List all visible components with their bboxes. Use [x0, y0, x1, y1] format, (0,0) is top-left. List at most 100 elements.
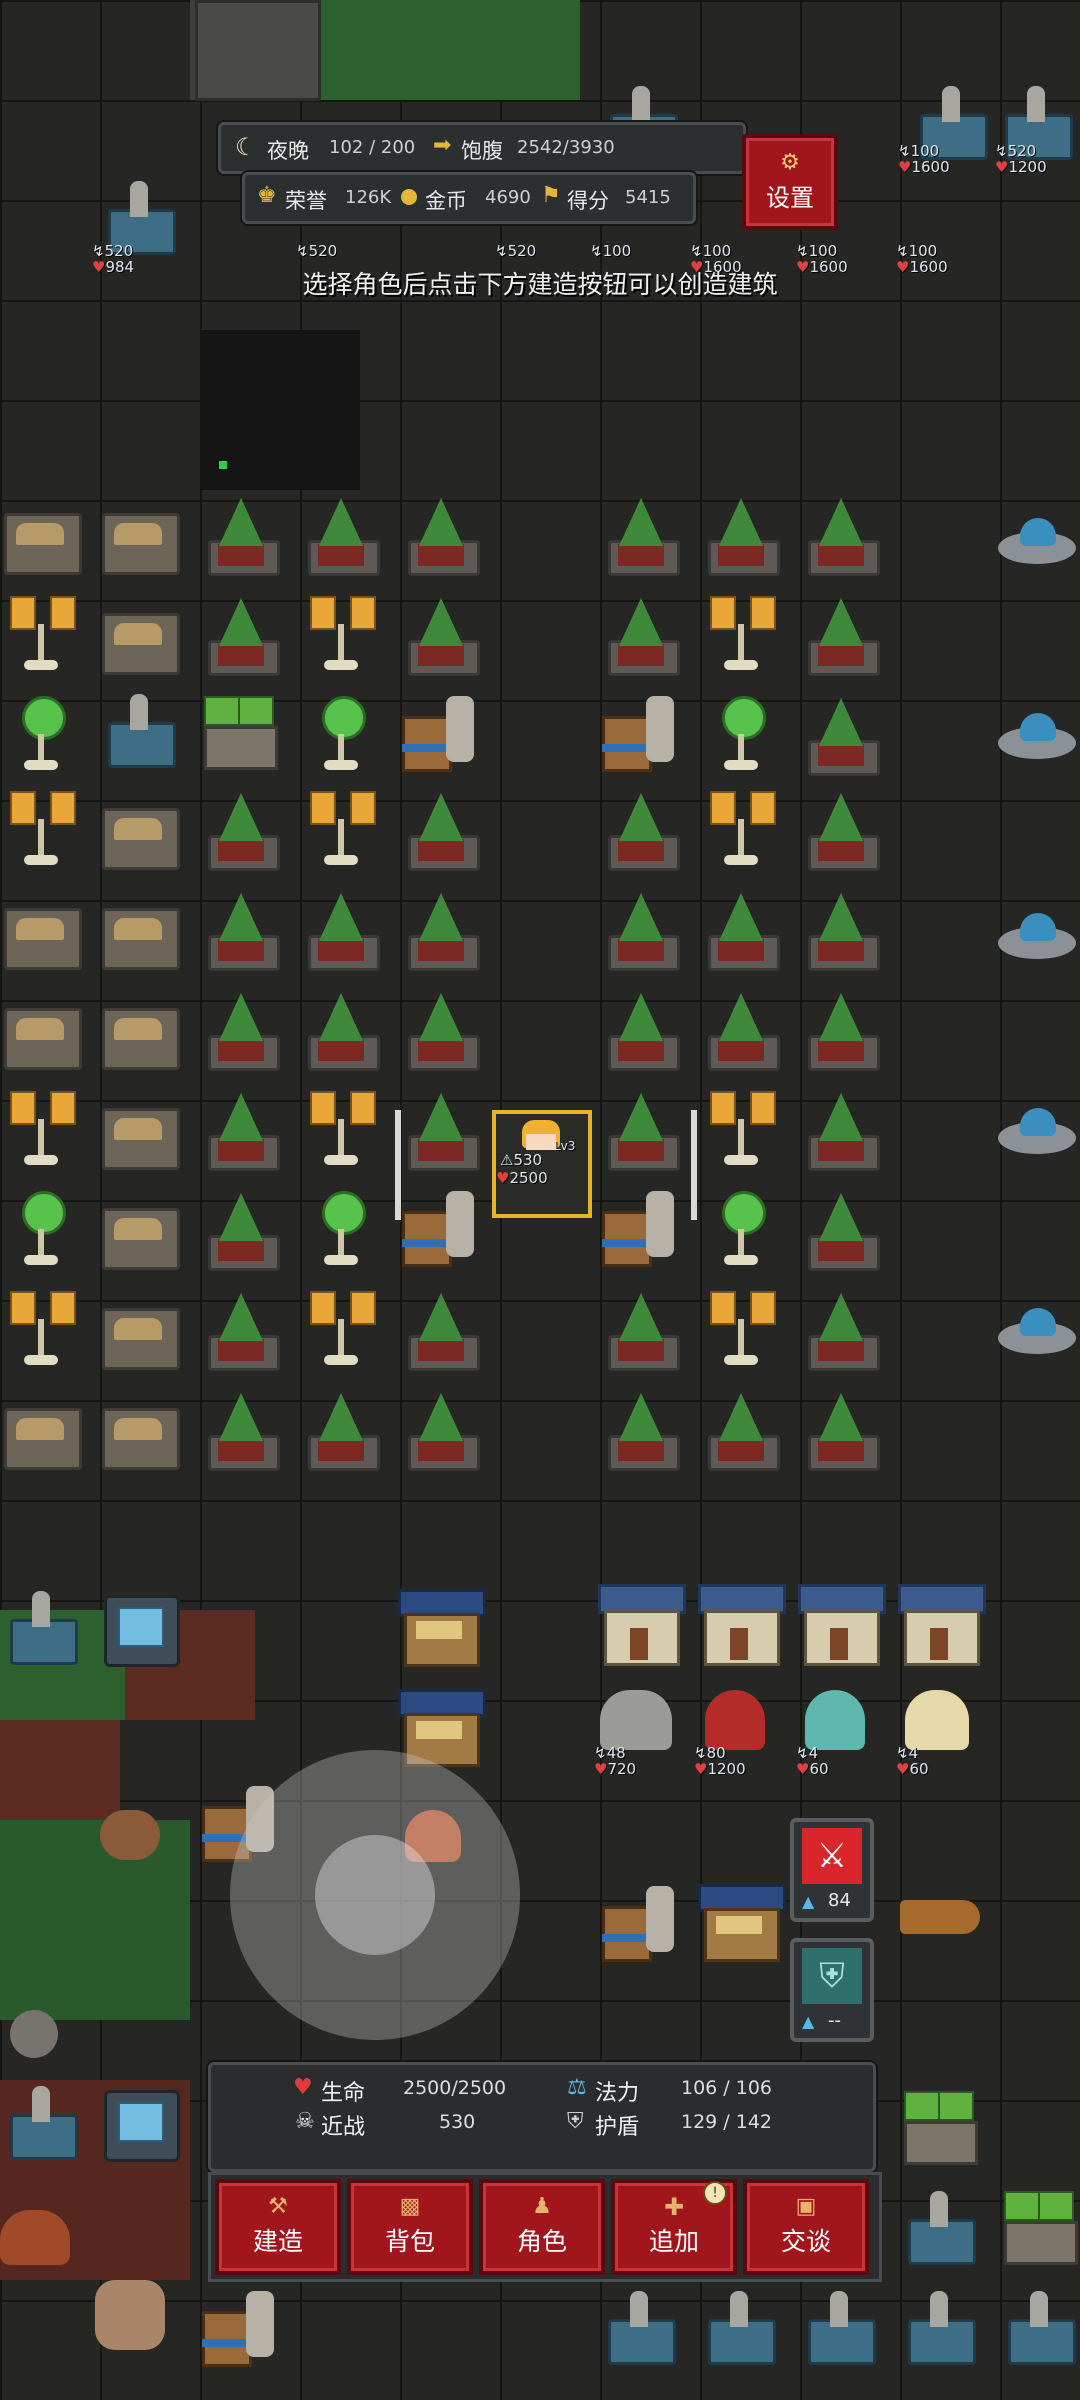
lamp-post[interactable]: [300, 1085, 382, 1171]
tree-planter[interactable]: [800, 490, 882, 576]
turret[interactable]: [598, 2285, 680, 2371]
turret[interactable]: [0, 1585, 82, 1671]
character-button[interactable]: ♟ 角色: [479, 2179, 605, 2275]
hay-crate[interactable]: [0, 1390, 82, 1476]
turret[interactable]: [698, 2285, 780, 2371]
build-button[interactable]: ⚒ 建造: [215, 2179, 341, 2275]
virtual-joystick[interactable]: [230, 1750, 520, 2040]
tree-planter[interactable]: [300, 985, 382, 1071]
tree-planter[interactable]: [300, 1385, 382, 1471]
fountain[interactable]: [998, 1290, 1080, 1376]
tree-planter[interactable]: [600, 785, 682, 871]
fountain[interactable]: [998, 1090, 1080, 1176]
unit-red-hood[interactable]: [705, 1690, 765, 1750]
hay-crate[interactable]: [0, 495, 82, 581]
tree-planter[interactable]: [800, 690, 882, 776]
fountain[interactable]: [998, 500, 1080, 586]
game-map[interactable]: ⚠530 Lv3 ♥2500 ↯520 ♥984 ↯520 ↯520 ↯100 …: [0, 0, 1080, 2400]
storage-chest[interactable]: [598, 1880, 680, 1966]
tree-planter[interactable]: [300, 490, 382, 576]
tree-planter[interactable]: [400, 590, 482, 676]
lamp-post[interactable]: [0, 1285, 82, 1371]
hay-crate[interactable]: [98, 1290, 180, 1376]
crop-farm[interactable]: [198, 690, 280, 776]
green-lamp[interactable]: [700, 1185, 782, 1271]
green-lamp[interactable]: [700, 690, 782, 776]
tree-planter[interactable]: [600, 1385, 682, 1471]
tree-planter[interactable]: [300, 885, 382, 971]
tree-planter[interactable]: [200, 1085, 282, 1171]
unit-angel[interactable]: [905, 1690, 969, 1750]
hay-crate[interactable]: [98, 1190, 180, 1276]
add-button[interactable]: ✚ 追加 !: [611, 2179, 737, 2275]
tree-planter[interactable]: [200, 1385, 282, 1471]
tree-planter[interactable]: [200, 590, 282, 676]
tree-planter[interactable]: [400, 985, 482, 1071]
tree-planter[interactable]: [800, 1185, 882, 1271]
turret[interactable]: [898, 2285, 980, 2371]
turret[interactable]: [98, 688, 180, 774]
tree-planter[interactable]: [800, 785, 882, 871]
lamp-post[interactable]: [300, 1285, 382, 1371]
vending-machine[interactable]: [98, 1585, 180, 1671]
tree-planter[interactable]: [400, 785, 482, 871]
lamp-post[interactable]: [300, 590, 382, 676]
lamp-post[interactable]: [300, 785, 382, 871]
fountain[interactable]: [998, 895, 1080, 981]
tree-planter[interactable]: [800, 1385, 882, 1471]
house[interactable]: [898, 1580, 986, 1666]
lamp-post[interactable]: [700, 1085, 782, 1171]
creature[interactable]: [0, 2210, 70, 2265]
creature[interactable]: [10, 2010, 58, 2058]
hay-crate[interactable]: [98, 990, 180, 1076]
tree-planter[interactable]: [400, 490, 482, 576]
hay-crate[interactable]: [0, 990, 82, 1076]
tree-planter[interactable]: [700, 985, 782, 1071]
tree-planter[interactable]: [800, 985, 882, 1071]
green-lamp[interactable]: [0, 1185, 82, 1271]
vending-machine[interactable]: [98, 2080, 180, 2166]
turret[interactable]: [998, 2285, 1080, 2371]
creature[interactable]: [95, 2280, 165, 2350]
tree-planter[interactable]: [800, 1285, 882, 1371]
tree-planter[interactable]: [200, 885, 282, 971]
tree-planter[interactable]: [800, 1085, 882, 1171]
fountain[interactable]: [998, 695, 1080, 781]
talk-button[interactable]: ▣ 交谈: [743, 2179, 869, 2275]
tree-planter[interactable]: [600, 985, 682, 1071]
lamp-post[interactable]: [700, 1285, 782, 1371]
lamp-post[interactable]: [700, 785, 782, 871]
tree-planter[interactable]: [700, 490, 782, 576]
market-stall[interactable]: [398, 1585, 486, 1671]
tree-planter[interactable]: [600, 590, 682, 676]
tree-planter[interactable]: [200, 1285, 282, 1371]
house[interactable]: [798, 1580, 886, 1666]
tree-planter[interactable]: [800, 885, 882, 971]
tree-planter[interactable]: [400, 885, 482, 971]
turret[interactable]: [0, 2080, 82, 2166]
hay-crate[interactable]: [98, 890, 180, 976]
house[interactable]: [598, 1580, 686, 1666]
turret[interactable]: [798, 2285, 880, 2371]
unit-teal-hair[interactable]: [805, 1690, 865, 1750]
hay-crate[interactable]: [98, 495, 180, 581]
crop-farm[interactable]: [898, 2085, 980, 2171]
hay-crate[interactable]: [98, 790, 180, 876]
unit-knight[interactable]: [600, 1690, 672, 1750]
tree-planter[interactable]: [200, 985, 282, 1071]
green-lamp[interactable]: [300, 1185, 382, 1271]
tree-planter[interactable]: [400, 1285, 482, 1371]
lamp-post[interactable]: [0, 1085, 82, 1171]
tree-planter[interactable]: [600, 1285, 682, 1371]
tree-planter[interactable]: [200, 490, 282, 576]
green-lamp[interactable]: [300, 690, 382, 776]
tree-planter[interactable]: [200, 1185, 282, 1271]
skill-shield-button[interactable]: ⛨ ▲ --: [790, 1938, 874, 2042]
creature[interactable]: [100, 1810, 160, 1860]
hero-character[interactable]: ⚠530 Lv3 ♥2500: [492, 1110, 592, 1218]
tree-planter[interactable]: [800, 590, 882, 676]
tree-planter[interactable]: [200, 785, 282, 871]
turret[interactable]: [898, 2185, 980, 2271]
joystick-knob[interactable]: [315, 1835, 435, 1955]
hay-crate[interactable]: [98, 1090, 180, 1176]
